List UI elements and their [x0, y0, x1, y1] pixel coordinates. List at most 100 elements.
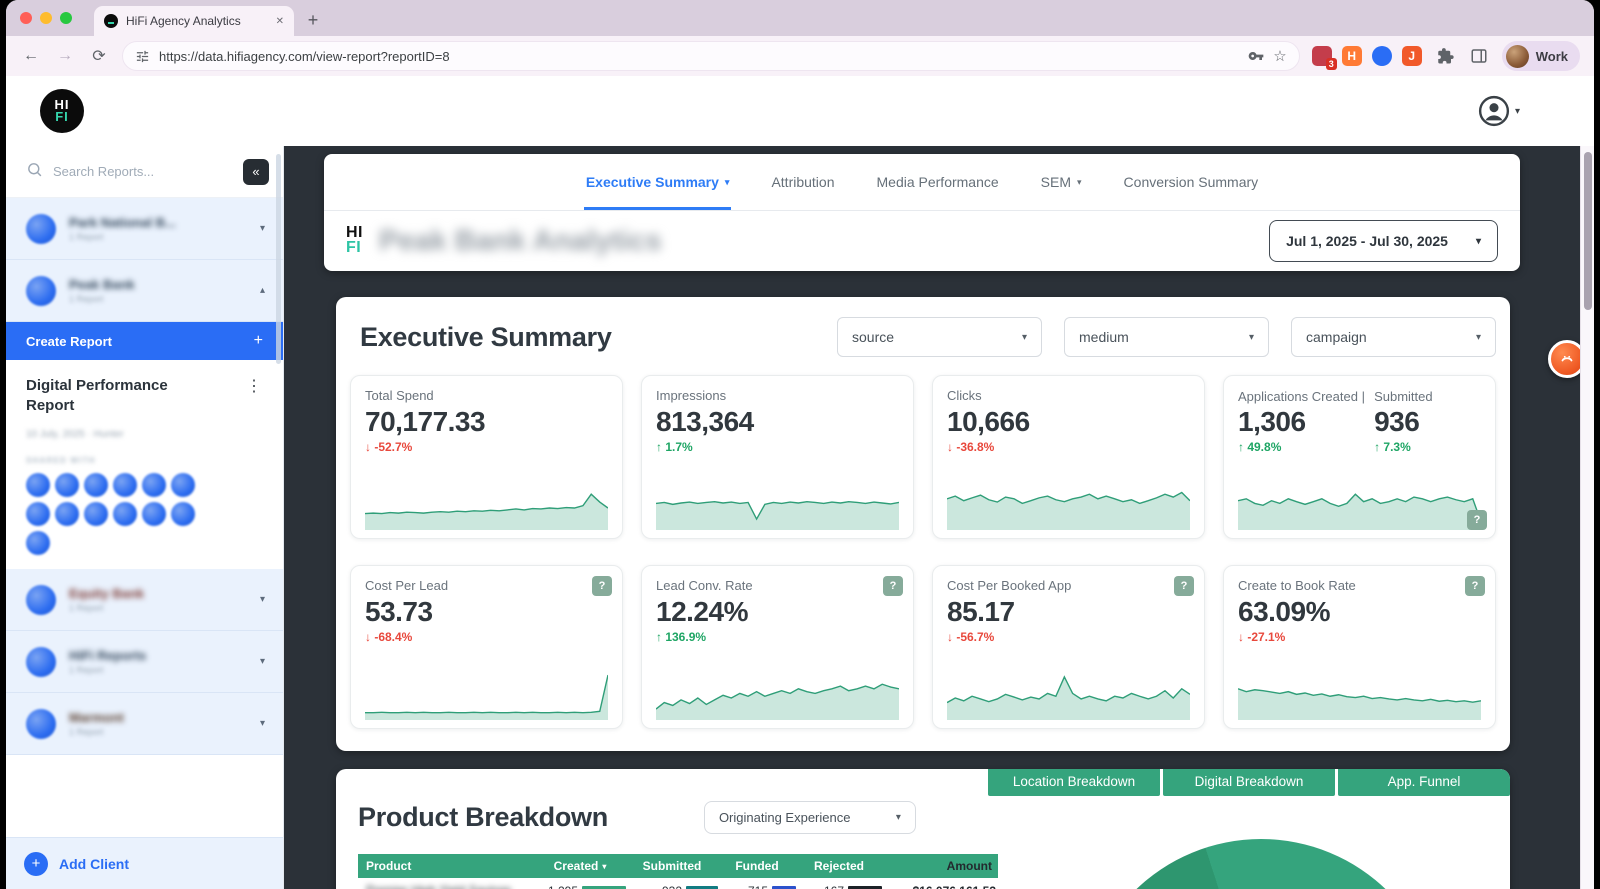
kpi-help-icon[interactable]: ?: [1174, 576, 1194, 596]
report-nav-card: Executive Summary ▾ Attribution Media Pe…: [324, 154, 1520, 271]
report-options-kebab-icon[interactable]: ⋮: [246, 376, 263, 396]
forward-button[interactable]: →: [54, 47, 76, 65]
password-manager-icon[interactable]: [1248, 48, 1264, 64]
sidebar-client-marmont[interactable]: Marmont 1 Report ▾: [6, 693, 283, 755]
chevron-down-icon: ▾: [896, 812, 901, 823]
shared-user-avatar[interactable]: [84, 502, 108, 526]
shared-user-avatar[interactable]: [26, 531, 50, 555]
search-input[interactable]: [53, 164, 233, 179]
kpi-help-icon[interactable]: ?: [1465, 576, 1485, 596]
plus-icon: +: [24, 852, 48, 876]
tab-media-performance[interactable]: Media Performance: [875, 154, 1001, 210]
shared-user-avatar[interactable]: [26, 473, 50, 497]
browser-tabstrip: HiFi Agency Analytics ✕ +: [6, 0, 1594, 36]
plus-icon: +: [254, 332, 263, 350]
tab-sem[interactable]: SEM ▾: [1039, 154, 1084, 210]
close-tab-icon[interactable]: ✕: [276, 16, 284, 27]
browser-tab-active[interactable]: HiFi Agency Analytics ✕: [94, 6, 294, 36]
page-scrollbar[interactable]: [1580, 146, 1594, 889]
product-link[interactable]: Premier High Yield Savings: [366, 883, 511, 889]
shared-user-avatar[interactable]: [55, 473, 79, 497]
account-menu-button[interactable]: ▾: [1478, 95, 1520, 127]
chevron-down-icon: ▾: [260, 223, 265, 234]
kpi-help-icon[interactable]: ?: [1467, 510, 1487, 530]
shared-user-avatar[interactable]: [84, 473, 108, 497]
new-tab-button[interactable]: +: [300, 7, 326, 33]
blocker-extension-icon[interactable]: 3: [1312, 46, 1332, 66]
section-tab-app-funnel[interactable]: App. Funnel: [1338, 769, 1510, 796]
bookmark-icon[interactable]: ☆: [1273, 47, 1286, 65]
column-header-submitted[interactable]: Submitted: [626, 859, 718, 873]
sidebar-scrollbar[interactable]: [276, 154, 281, 364]
kpi-help-icon[interactable]: ?: [592, 576, 612, 596]
tab-attribution[interactable]: Attribution: [769, 154, 836, 210]
column-header-amount[interactable]: Amount: [882, 859, 998, 873]
close-window-button[interactable]: [20, 12, 32, 24]
hubspot-extension-icon[interactable]: H: [1342, 46, 1362, 66]
minimize-window-button[interactable]: [40, 12, 52, 24]
originating-experience-select[interactable]: Originating Experience ▾: [704, 801, 916, 834]
sidebar-client-hifi-reports[interactable]: HiFi Reports 1 Report ▾: [6, 631, 283, 693]
product-table-header: ProductCreated▾SubmittedFundedRejectedAm…: [358, 854, 998, 878]
section-tab-digital-breakdown[interactable]: Digital Breakdown: [1163, 769, 1335, 796]
browser-profile-button[interactable]: Work: [1502, 41, 1580, 71]
kpi-sparkline: [947, 666, 1190, 720]
create-report-button[interactable]: Create Report +: [6, 322, 283, 360]
shared-user-avatar[interactable]: [171, 502, 195, 526]
chevron-down-icon: ▾: [1249, 332, 1254, 343]
filter-medium-select[interactable]: medium ▾: [1064, 317, 1269, 357]
zoom-window-button[interactable]: [60, 12, 72, 24]
app-header: HI FI ▾: [6, 76, 1594, 146]
shared-user-avatar[interactable]: [26, 502, 50, 526]
sidebar-client-equity-bank[interactable]: Equity Bank 1 Report ▾: [6, 569, 283, 631]
shared-user-avatar[interactable]: [113, 473, 137, 497]
sidebar-collapse-button[interactable]: «: [243, 159, 269, 185]
sidebar-client-peak-bank[interactable]: Peak Bank 1 Report ▴: [6, 260, 283, 322]
scrollbar-thumb[interactable]: [1584, 152, 1592, 310]
tab-conversion-summary[interactable]: Conversion Summary: [1122, 154, 1261, 210]
kpi-grid: Total Spend 70,177.33 ↓ -52.7% Impressio…: [350, 375, 1496, 729]
browser-window: HiFi Agency Analytics ✕ + ← → ⟳ https://…: [6, 0, 1594, 889]
url-bar[interactable]: https://data.hifiagency.com/view-report?…: [122, 41, 1300, 71]
section-tab-location-breakdown[interactable]: Location Breakdown: [988, 769, 1160, 796]
filter-source-select[interactable]: source ▾: [837, 317, 1042, 357]
extensions-puzzle-icon[interactable]: [1434, 47, 1456, 65]
column-header-product[interactable]: Product: [358, 859, 534, 873]
report-title[interactable]: Digital Performance Report: [26, 376, 196, 415]
client-name: Park National B...: [69, 215, 247, 230]
side-panel-icon[interactable]: [1468, 47, 1490, 65]
column-header-rejected[interactable]: Rejected: [796, 859, 882, 873]
kpi-card-create-to-book-rate: Create to Book Rate 63.09% ↓ -27.1% ?: [1223, 565, 1496, 729]
tab-executive-summary[interactable]: Executive Summary ▾: [584, 154, 732, 210]
hifi-widget-button[interactable]: [1548, 340, 1580, 378]
orange-extension-icon[interactable]: J: [1402, 46, 1422, 66]
table-row[interactable]: Premier High Yield Savings 1,295 932 715…: [358, 878, 998, 889]
client-list-bottom: Equity Bank 1 Report ▾ HiFi Reports 1 Re…: [6, 569, 283, 755]
reload-button[interactable]: ⟳: [88, 46, 110, 66]
hifi-logo[interactable]: HI FI: [40, 89, 84, 133]
shared-with-label: SHARED WITH: [26, 456, 263, 465]
kpi-sparkline: [365, 666, 608, 720]
profile-label: Work: [1536, 49, 1568, 64]
shared-user-avatar[interactable]: [142, 502, 166, 526]
shared-user-avatar[interactable]: [171, 473, 195, 497]
sidebar-client-park-national-b[interactable]: Park National B... 1 Report ▾: [6, 198, 283, 260]
back-button[interactable]: ←: [20, 47, 42, 65]
chevron-down-icon: ▾: [1077, 177, 1082, 188]
date-range-select[interactable]: Jul 1, 2025 - Jul 30, 2025 ▾: [1269, 220, 1498, 262]
product-pie-chart: [1081, 839, 1441, 889]
executive-summary-title: Executive Summary: [360, 322, 612, 353]
filter-campaign-select[interactable]: campaign ▾: [1291, 317, 1496, 357]
add-client-button[interactable]: + Add Client: [6, 837, 283, 889]
column-header-created[interactable]: Created▾: [534, 859, 626, 873]
kpi-sparkline: [1238, 476, 1481, 530]
column-header-funded[interactable]: Funded: [718, 859, 796, 873]
kpi-sparkline: [365, 476, 608, 530]
blue-extension-icon[interactable]: [1372, 46, 1392, 66]
kpi-help-icon[interactable]: ?: [883, 576, 903, 596]
shared-user-avatar[interactable]: [142, 473, 166, 497]
client-name: HiFi Reports: [69, 648, 247, 663]
shared-user-avatar[interactable]: [113, 502, 137, 526]
site-settings-icon[interactable]: [135, 49, 150, 64]
shared-user-avatar[interactable]: [55, 502, 79, 526]
